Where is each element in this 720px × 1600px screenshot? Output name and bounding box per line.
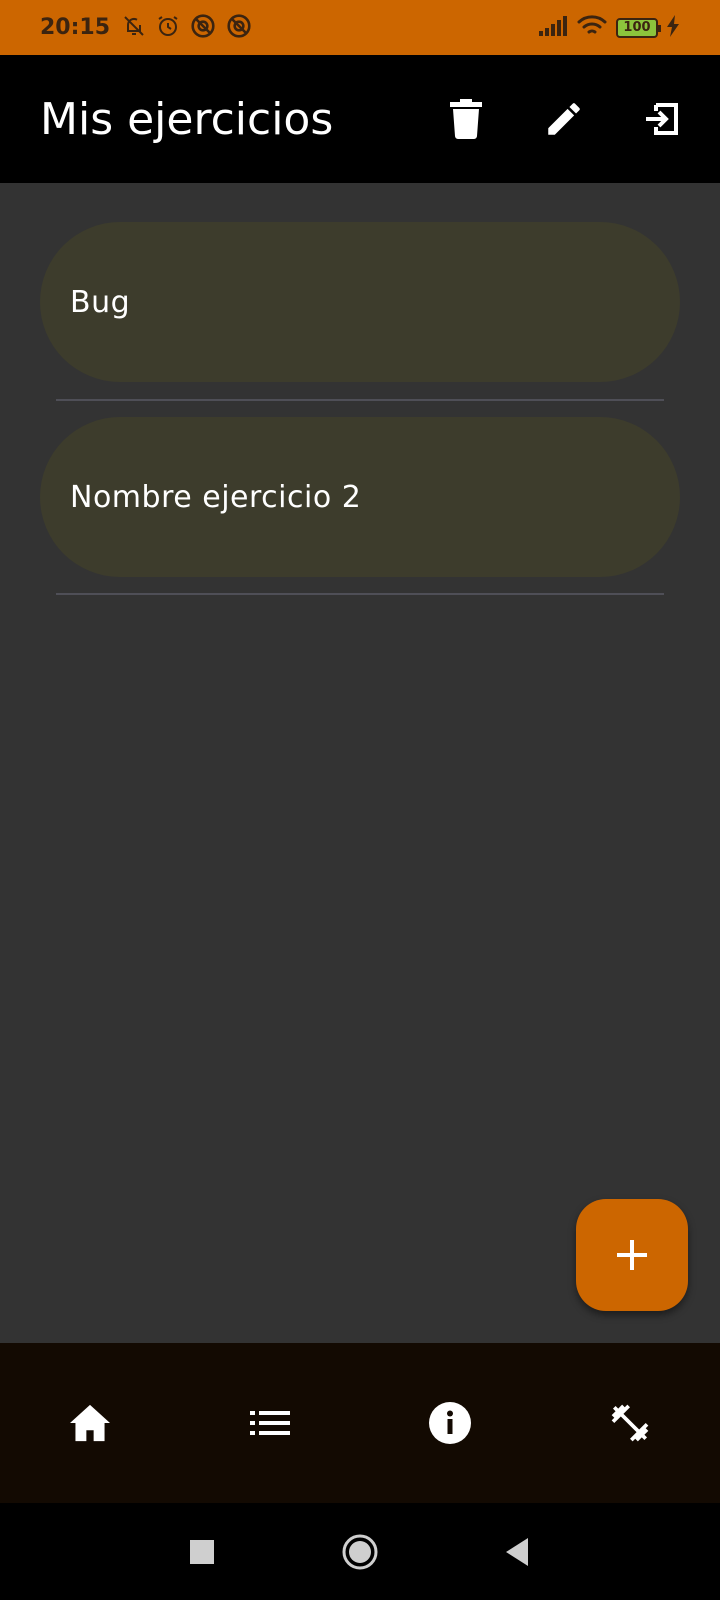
exercise-name: Nombre ejercicio 2 <box>70 479 362 515</box>
divider <box>56 399 664 401</box>
status-right-icons: 100 <box>538 14 680 42</box>
bell-off-icon <box>122 14 146 42</box>
info-icon <box>429 1402 471 1444</box>
edit-icon <box>548 103 580 135</box>
exercise-item[interactable]: Bug <box>40 222 680 382</box>
home-circle-icon <box>342 1534 378 1569</box>
system-home-button[interactable] <box>340 1532 380 1572</box>
home-icon <box>70 1404 110 1442</box>
fitness-icon <box>611 1404 649 1442</box>
nav-info[interactable] <box>405 1378 495 1468</box>
alarm-icon <box>156 14 180 42</box>
app-bar: Mis ejercicios <box>0 55 720 183</box>
logout-button[interactable] <box>638 95 686 143</box>
logout-icon <box>646 103 678 135</box>
divider <box>56 593 664 595</box>
app-bar-actions <box>442 55 686 183</box>
back-icon <box>506 1537 528 1566</box>
charging-icon <box>666 14 680 41</box>
delete-button[interactable] <box>442 95 490 143</box>
delete-icon <box>450 99 482 139</box>
status-left-icons <box>122 13 252 43</box>
add-exercise-button[interactable] <box>576 1199 688 1311</box>
bottom-navigation <box>0 1343 720 1503</box>
no-signal-icon <box>226 13 252 43</box>
exercise-name: Bug <box>70 284 131 320</box>
nav-list[interactable] <box>225 1378 315 1468</box>
status-bar: 20:15 100 <box>0 0 720 55</box>
wifi-icon <box>576 14 608 42</box>
system-navigation <box>0 1503 720 1600</box>
edit-button[interactable] <box>540 95 588 143</box>
cell-signal-icon <box>538 15 568 41</box>
recents-icon <box>190 1539 214 1564</box>
nav-workout[interactable] <box>585 1378 675 1468</box>
exercise-item[interactable]: Nombre ejercicio 2 <box>40 417 680 577</box>
list-icon <box>250 1411 290 1435</box>
status-time: 20:15 <box>40 15 111 40</box>
page-title: Mis ejercicios <box>40 93 334 145</box>
no-signal-icon <box>190 13 216 43</box>
back-button[interactable] <box>498 1532 538 1572</box>
recents-button[interactable] <box>182 1532 222 1572</box>
add-icon <box>617 1240 647 1270</box>
battery-icon: 100 <box>616 17 661 38</box>
nav-home[interactable] <box>45 1378 135 1468</box>
